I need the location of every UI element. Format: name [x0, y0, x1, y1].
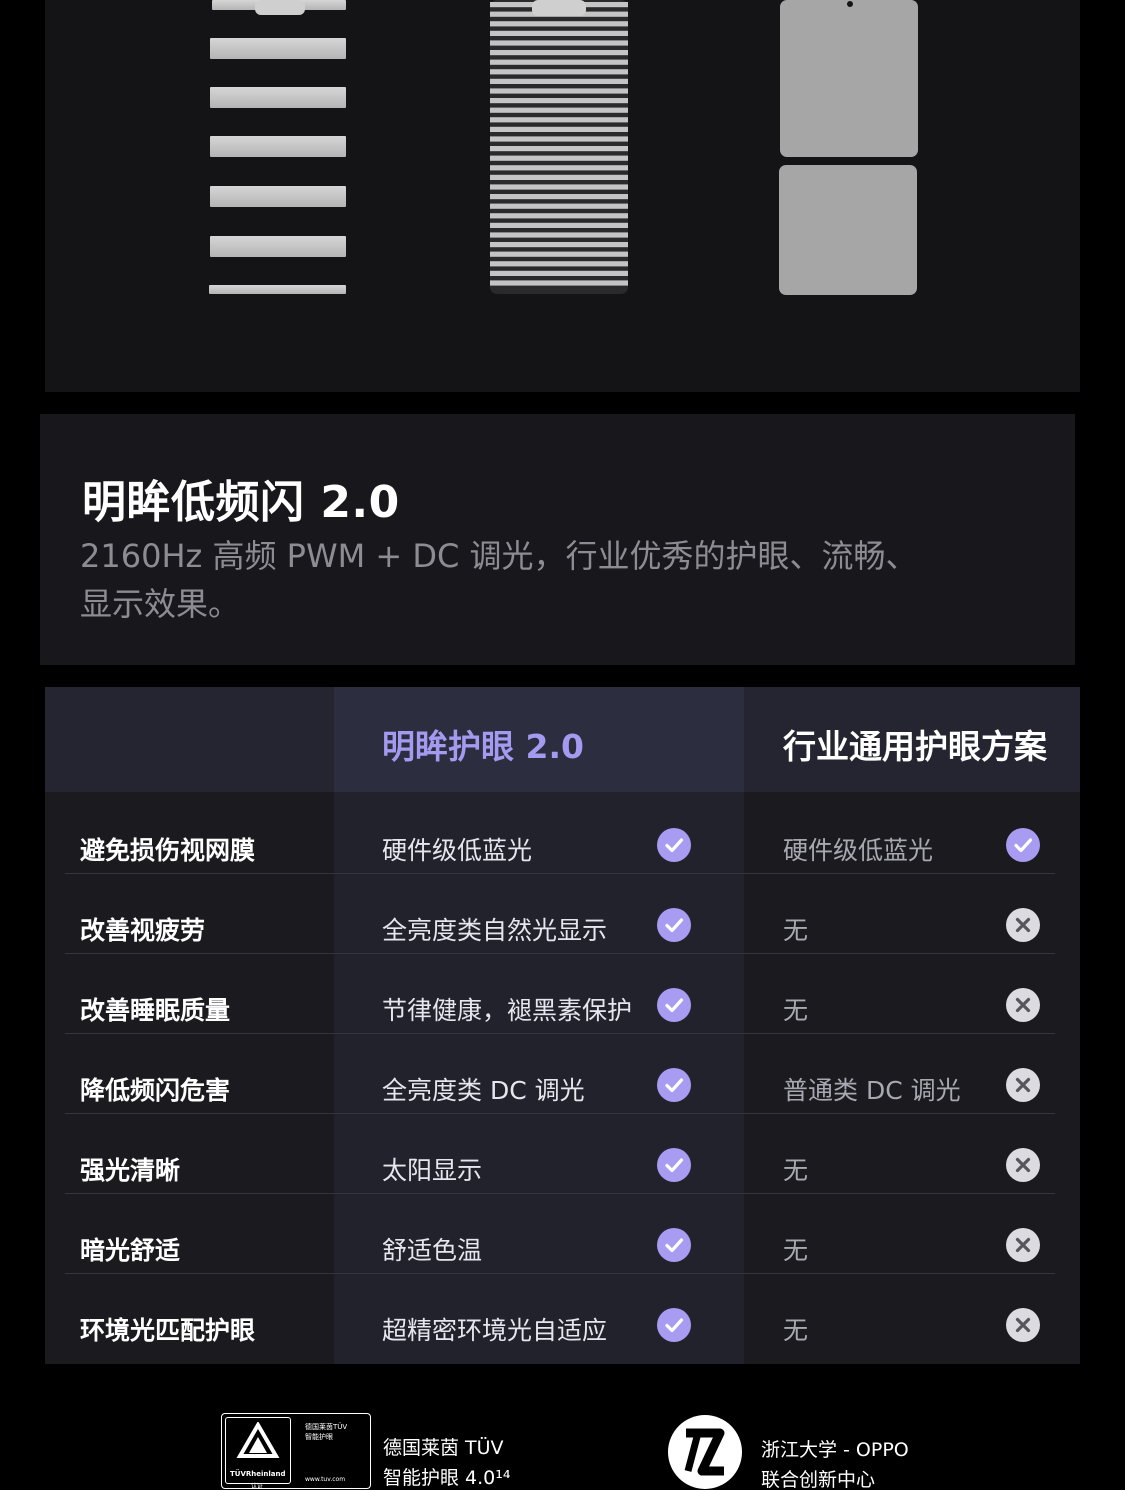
row-ours-value: 太阳显示: [382, 1156, 483, 1185]
tuv-triangle-icon: [236, 1422, 280, 1458]
table-header: 明眸护眼 2.0 行业通用护眼方案: [45, 687, 1080, 792]
cross-circle-icon: [1006, 908, 1040, 942]
comparison-table: 明眸护眼 2.0 行业通用护眼方案 避免损伤视网膜 硬件级低蓝光 硬件级低蓝光改善视…: [45, 687, 1080, 1364]
tuv-brand: TÜVRheinland: [230, 1470, 286, 1478]
row-ours-value: 节律健康，褪黑素保护: [382, 996, 633, 1025]
low-frequency-stripes: [209, 0, 346, 294]
check-circle-icon: [657, 908, 691, 942]
tuv-logo: TÜVRheinland 认证: [225, 1417, 291, 1490]
feature-description-line1: 2160Hz 高频 PWM + DC 调光，行业优秀的护眼、流畅、: [80, 537, 918, 575]
row-ours-value: 硬件级低蓝光: [382, 836, 533, 865]
row-industry-value: 硬件级低蓝光: [783, 836, 934, 865]
flicker-illustration: [45, 0, 1080, 392]
tuv-caption: 德国莱茵 TÜV 智能护眼 4.0¹⁴: [383, 1433, 511, 1490]
tuv-badge: TÜVRheinland 认证 德国莱茵TÜV 智能护眼 www.tuv.com: [221, 1413, 371, 1490]
high-frequency-stripes: [490, 0, 628, 294]
check-circle-icon: [657, 1148, 691, 1182]
table-row: 降低频闪危害 全亮度类 DC 调光 普通类 DC 调光: [45, 1034, 1080, 1114]
row-ours-value: 全亮度类 DC 调光: [382, 1076, 585, 1105]
check-circle-icon: [657, 1228, 691, 1262]
row-label: 改善视疲劳: [80, 916, 206, 945]
table-row: 环境光匹配护眼 超精密环境光自适应 无: [45, 1274, 1080, 1354]
check-circle-icon: [657, 828, 691, 862]
row-label: 改善睡眠质量: [80, 996, 231, 1025]
tuv-caption-line1: 德国莱茵 TÜV: [383, 1437, 504, 1459]
row-label: 强光清晰: [80, 1156, 181, 1185]
header-ours: 明眸护眼 2.0: [382, 727, 584, 766]
row-industry-value: 无: [783, 1156, 809, 1185]
row-industry-value: 无: [783, 1236, 809, 1265]
row-industry-value: 普通类 DC 调光: [783, 1076, 961, 1105]
row-label: 降低频闪危害: [80, 1076, 231, 1105]
feature-card: 明眸低频闪 2.0 2160Hz 高频 PWM + DC 调光，行业优秀的护眼、…: [40, 414, 1075, 665]
check-circle-icon: [657, 1068, 691, 1102]
table-row: 改善视疲劳 全亮度类自然光显示 无: [45, 874, 1080, 954]
cross-circle-icon: [1006, 1148, 1040, 1182]
row-ours-value: 舒适色温: [382, 1236, 483, 1265]
row-industry-value: 无: [783, 996, 809, 1025]
cross-circle-icon: [1006, 1068, 1040, 1102]
check-circle-icon: [1006, 828, 1040, 862]
tuv-badge-url: www.tuv.com: [305, 1476, 346, 1483]
feature-title: 明眸低频闪 2.0: [82, 477, 400, 528]
header-industry: 行业通用护眼方案: [783, 727, 1047, 766]
row-label: 暗光舒适: [80, 1236, 181, 1265]
page: 明眸低频闪 2.0 2160Hz 高频 PWM + DC 调光，行业优秀的护眼、…: [0, 0, 1125, 1490]
dc-panel: [779, 0, 918, 295]
row-industry-value: 无: [783, 916, 809, 945]
zju-caption: 浙江大学 - OPPO 联合创新中心: [761, 1435, 909, 1490]
cross-circle-icon: [1006, 1308, 1040, 1342]
tuv-badge-title: 德国莱茵TÜV: [305, 1423, 348, 1431]
table-row: 强光清晰 太阳显示 无: [45, 1114, 1080, 1194]
row-ours-value: 全亮度类自然光显示: [382, 916, 608, 945]
row-label: 避免损伤视网膜: [80, 836, 256, 865]
feature-description-line2: 显示效果。: [80, 585, 241, 623]
footer: TÜVRheinland 认证 德国莱茵TÜV 智能护眼 www.tuv.com…: [0, 1405, 1125, 1490]
table-row: 暗光舒适 舒适色温 无: [45, 1194, 1080, 1274]
cross-circle-icon: [1006, 988, 1040, 1022]
row-industry-value: 无: [783, 1316, 809, 1345]
tuv-badge-subtitle: 智能护眼: [305, 1433, 333, 1441]
cross-circle-icon: [1006, 1228, 1040, 1262]
table-row: 避免损伤视网膜 硬件级低蓝光 硬件级低蓝光: [45, 794, 1080, 874]
zju-caption-line2: 联合创新中心: [761, 1469, 876, 1490]
table-row: 改善睡眠质量 节律健康，褪黑素保护 无: [45, 954, 1080, 1034]
check-circle-icon: [657, 988, 691, 1022]
zju-caption-line1: 浙江大学 - OPPO: [761, 1439, 909, 1461]
row-label: 环境光匹配护眼: [80, 1316, 256, 1345]
check-circle-icon: [657, 1308, 691, 1342]
row-ours-value: 超精密环境光自适应: [382, 1316, 608, 1345]
feature-description: 2160Hz 高频 PWM + DC 调光，行业优秀的护眼、流畅、 显示效果。: [80, 532, 980, 628]
tuv-caption-line2: 智能护眼 4.0¹⁴: [383, 1467, 511, 1489]
zju-logo-icon: [668, 1415, 742, 1489]
tuv-cert: 认证: [251, 1483, 264, 1490]
